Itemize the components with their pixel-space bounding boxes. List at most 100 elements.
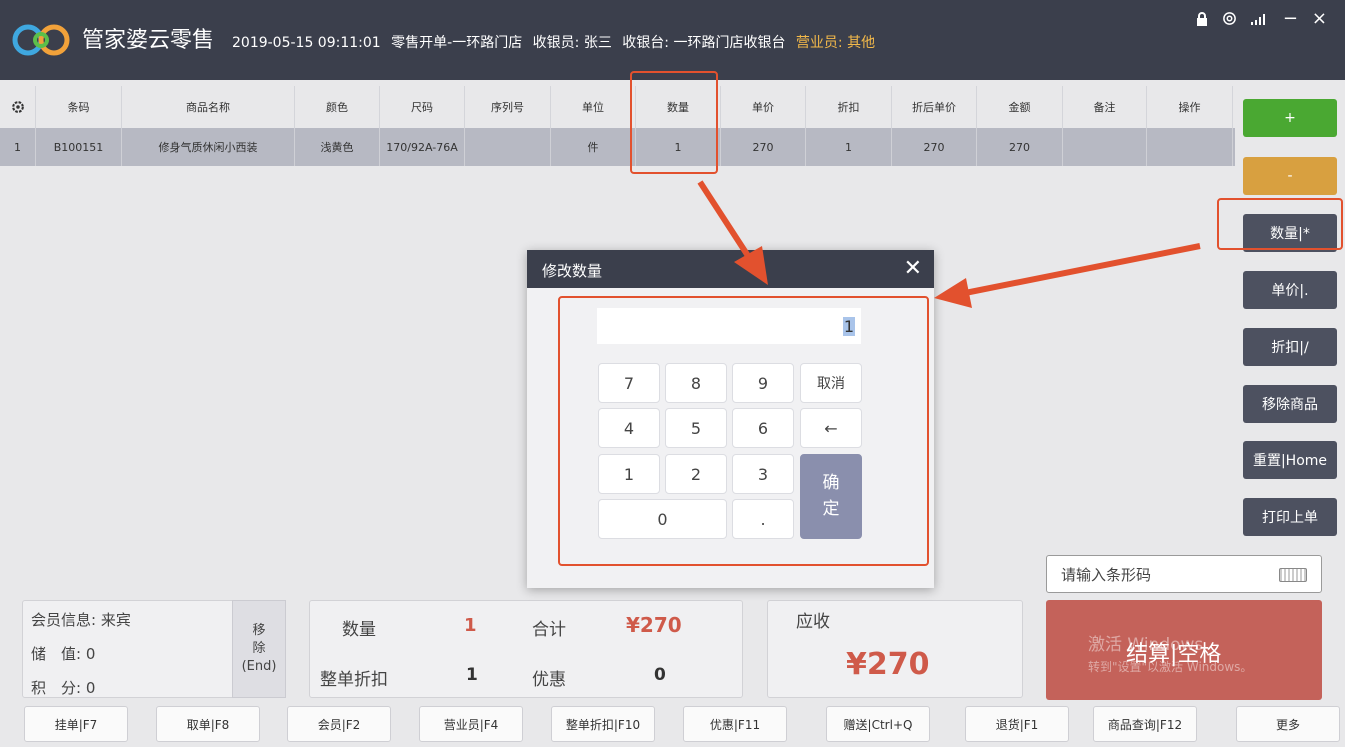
key-8[interactable]: 8 <box>665 363 727 403</box>
key-4[interactable]: 4 <box>598 408 660 448</box>
hold-order-button[interactable]: 挂单|F7 <box>24 706 128 742</box>
more-button[interactable]: 更多 <box>1236 706 1340 742</box>
promo-label: 优惠 <box>532 670 566 690</box>
row-index: 1 <box>0 128 36 166</box>
key-6[interactable]: 6 <box>732 408 794 448</box>
col-header: 折扣 <box>806 86 892 128</box>
col-header: 操作 <box>1147 86 1233 128</box>
qty-label: 数量 <box>342 620 376 640</box>
summary-panel: 数量 1 合计 ¥270 整单折扣 1 优惠 0 <box>309 600 743 698</box>
order-discount-value: 1 <box>466 665 478 685</box>
col-header: 金额 <box>977 86 1063 128</box>
cell-color: 浅黄色 <box>295 128 380 166</box>
unit-price-button[interactable]: 单价|. <box>1243 271 1337 309</box>
col-header: 颜色 <box>295 86 380 128</box>
col-header: 商品名称 <box>122 86 295 128</box>
total-value: ¥270 <box>626 613 682 637</box>
modify-quantity-dialog: 修改数量 ✕ 1 7 8 9 取消 4 5 6 ← 1 2 3 确 定 0 . <box>527 250 934 588</box>
lock-icon[interactable] <box>1196 11 1208 26</box>
table-row[interactable]: 1 B100151 修身气质休闲小西装 浅黄色 170/92A-76A 件 1 … <box>0 128 1235 166</box>
total-label: 合计 <box>532 620 566 640</box>
confirm-key[interactable]: 确 定 <box>800 454 862 539</box>
minimize-icon[interactable]: − <box>1283 8 1298 29</box>
decrease-button[interactable]: - <box>1243 157 1337 195</box>
column-settings[interactable] <box>0 86 36 128</box>
increase-button[interactable]: + <box>1243 99 1337 137</box>
gift-button[interactable]: 赠送|Ctrl+Q <box>826 706 930 742</box>
cell-size: 170/92A-76A <box>380 128 465 166</box>
key-9[interactable]: 9 <box>732 363 794 403</box>
session-info: 2019-05-15 09:11:01 零售开单-一环路门店 收银员: 张三 收… <box>232 32 881 52</box>
gear-icon[interactable] <box>1222 11 1237 26</box>
table-header: 条码 商品名称 颜色 尺码 序列号 单位 数量 单价 折扣 折后单价 金额 备注… <box>0 86 1235 128</box>
backspace-key[interactable]: ← <box>800 408 862 448</box>
member-balance: 储 值: 0 <box>31 645 96 663</box>
confirm-label: 定 <box>822 498 840 519</box>
salesperson-button[interactable]: 营业员|F4 <box>419 706 523 742</box>
remove-item-button[interactable]: 移除商品 <box>1243 385 1337 423</box>
datetime: 2019-05-15 09:11:01 <box>232 35 381 51</box>
barcode-input[interactable]: 请输入条形码 <box>1046 555 1322 593</box>
quantity-value: 1 <box>842 316 855 336</box>
cell-product-name: 修身气质休闲小西装 <box>122 128 295 166</box>
remove-label: 除 <box>252 640 266 656</box>
col-header: 单位 <box>551 86 636 128</box>
promo-value: 0 <box>654 665 666 685</box>
cell-actions <box>1147 128 1233 166</box>
cancel-key[interactable]: 取消 <box>800 363 862 403</box>
retrieve-order-button[interactable]: 取单|F8 <box>156 706 260 742</box>
dialog-title: 修改数量 <box>542 262 603 280</box>
salesperson-label[interactable]: 营业员: 其他 <box>796 35 875 51</box>
order-discount-label: 整单折扣 <box>320 670 388 690</box>
return-button[interactable]: 退货|F1 <box>965 706 1069 742</box>
qty-value: 1 <box>464 615 477 636</box>
cell-note <box>1063 128 1147 166</box>
close-icon[interactable]: × <box>1312 8 1327 29</box>
barcode-placeholder: 请输入条形码 <box>1061 565 1152 584</box>
col-header: 单价 <box>721 86 806 128</box>
cell-serial <box>465 128 551 166</box>
app-title: 管家婆云零售 <box>82 28 215 53</box>
remove-shortcut: (End) <box>241 659 277 675</box>
key-2[interactable]: 2 <box>665 454 727 494</box>
confirm-label: 确 <box>822 473 840 493</box>
remove-label: 移 <box>252 622 266 638</box>
col-header: 条码 <box>36 86 122 128</box>
reset-button[interactable]: 重置|Home <box>1243 441 1337 479</box>
keyboard-icon[interactable] <box>1279 568 1307 582</box>
receivable-amount: ¥270 <box>846 647 930 682</box>
key-5[interactable]: 5 <box>665 408 727 448</box>
remove-member-button[interactable]: 移 除 (End) <box>232 600 286 698</box>
checkout-button[interactable]: 激活 Windows 转到"设置"以激活 Windows。 结算|空格 <box>1046 600 1322 700</box>
col-header: 尺码 <box>380 86 465 128</box>
close-icon[interactable]: ✕ <box>904 256 922 281</box>
app-logo-icon <box>12 24 70 56</box>
member-button[interactable]: 会员|F2 <box>287 706 391 742</box>
product-query-button[interactable]: 商品查询|F12 <box>1093 706 1197 742</box>
cell-unit-price: 270 <box>721 128 806 166</box>
key-0[interactable]: 0 <box>598 499 727 539</box>
key-dot[interactable]: . <box>732 499 794 539</box>
col-header: 折后单价 <box>892 86 977 128</box>
col-header: 备注 <box>1063 86 1147 128</box>
cell-quantity[interactable]: 1 <box>636 128 721 166</box>
print-last-button[interactable]: 打印上单 <box>1243 498 1337 536</box>
signal-icon <box>1250 13 1265 25</box>
quantity-button[interactable]: 数量|* <box>1243 214 1337 252</box>
checkout-label: 结算|空格 <box>1126 642 1222 667</box>
key-3[interactable]: 3 <box>732 454 794 494</box>
gear-icon[interactable] <box>11 100 25 114</box>
cell-discounted-price: 270 <box>892 128 977 166</box>
key-1[interactable]: 1 <box>598 454 660 494</box>
col-header: 数量 <box>636 86 721 128</box>
discount-button[interactable]: 折扣|/ <box>1243 328 1337 366</box>
promo-button[interactable]: 优惠|F11 <box>683 706 787 742</box>
cart-table: 条码 商品名称 颜色 尺码 序列号 单位 数量 单价 折扣 折后单价 金额 备注… <box>0 86 1235 166</box>
key-7[interactable]: 7 <box>598 363 660 403</box>
cell-amount: 270 <box>977 128 1063 166</box>
member-info[interactable]: 会员信息: 来宾 <box>31 609 131 630</box>
window-controls: − × <box>1196 8 1327 29</box>
order-discount-button[interactable]: 整单折扣|F10 <box>551 706 655 742</box>
receivable-panel: 应收 ¥270 <box>767 600 1023 698</box>
quantity-input[interactable]: 1 <box>597 308 861 344</box>
